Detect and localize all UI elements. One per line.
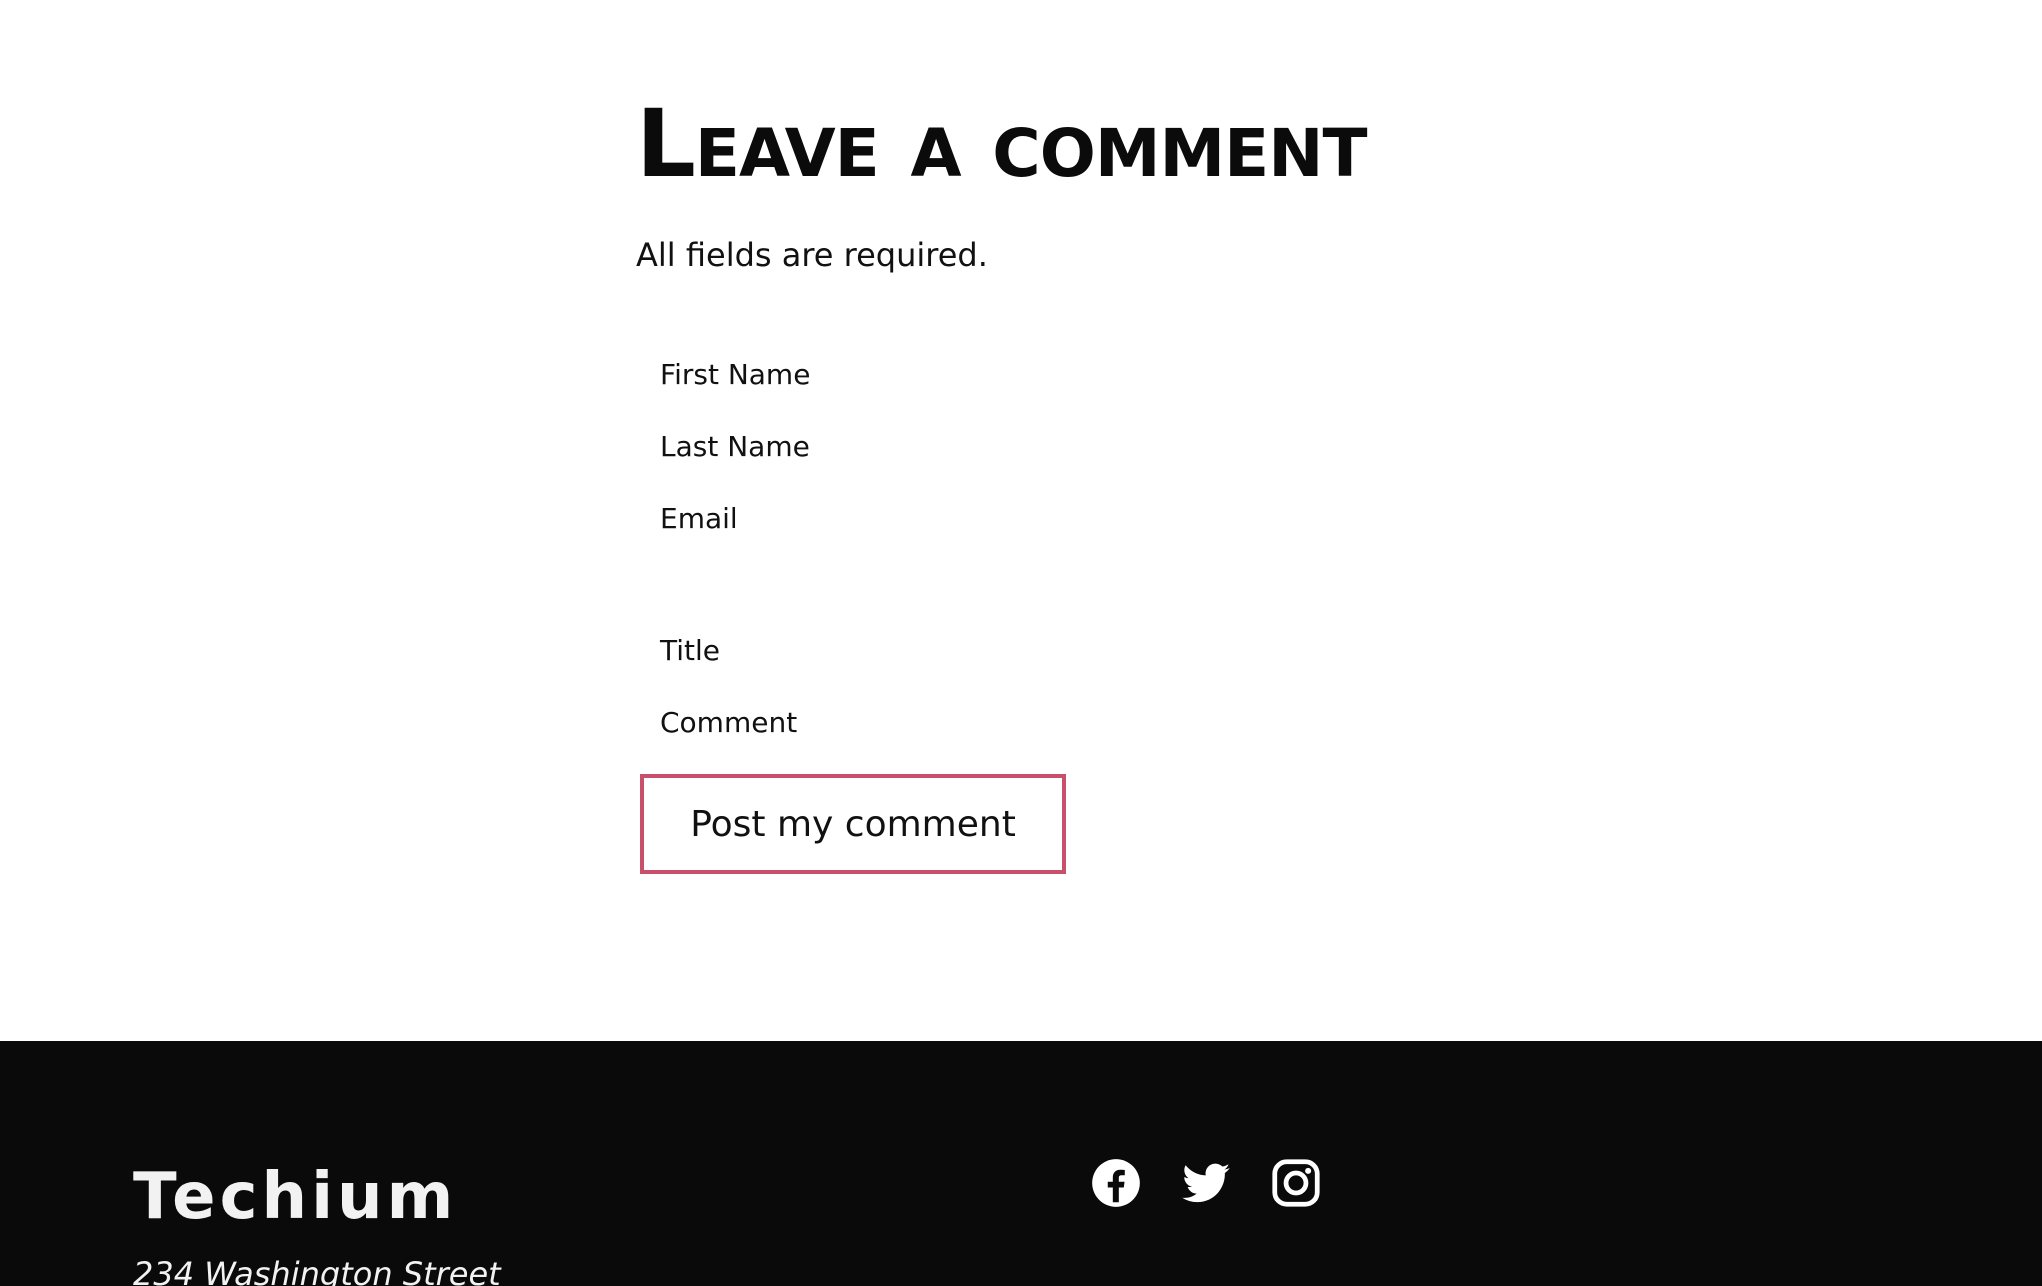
required-note: All fields are required.	[636, 236, 988, 274]
title-field[interactable]: Title	[660, 634, 720, 667]
footer-address: 234 Washington Street	[133, 1255, 501, 1286]
page: Leave a comment All fields are required.…	[0, 0, 2042, 1286]
twitter-icon[interactable]	[1180, 1157, 1232, 1209]
instagram-icon[interactable]	[1270, 1157, 1322, 1209]
social-links	[1090, 1157, 1322, 1209]
post-comment-button[interactable]: Post my comment	[640, 774, 1066, 874]
last-name-field[interactable]: Last Name	[660, 430, 810, 463]
comment-section: Leave a comment All fields are required.…	[636, 90, 1536, 874]
email-field[interactable]: Email	[660, 502, 738, 535]
facebook-icon[interactable]	[1090, 1157, 1142, 1209]
section-heading: Leave a comment	[636, 90, 1368, 199]
comment-field[interactable]: Comment	[660, 706, 797, 739]
footer-brand-logo[interactable]: Techium	[133, 1165, 457, 1229]
site-footer: Techium 234 Washington Street	[0, 1041, 2042, 1286]
first-name-field[interactable]: First Name	[660, 358, 810, 391]
